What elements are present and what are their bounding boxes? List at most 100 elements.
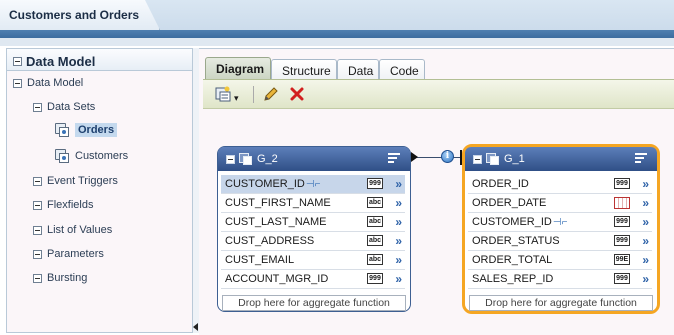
group-card-g2[interactable]: G_2 CUSTOMER_ID⊣⌐ 999 » CUST_FIRST_NAME … <box>217 146 411 312</box>
group-title: G_1 <box>504 153 525 165</box>
tree-item-list-of-values[interactable]: List of Values <box>33 224 112 236</box>
tree-item-customers[interactable]: Customers <box>55 149 128 163</box>
tree-item-event-triggers[interactable]: Event Triggers <box>33 175 118 187</box>
expand-chevron-icon[interactable]: » <box>395 196 402 210</box>
tree-item-bursting[interactable]: Bursting <box>33 272 87 284</box>
panel-title: Data Model <box>26 53 96 69</box>
dropdown-arrow-icon[interactable]: ▾ <box>234 90 239 106</box>
expand-chevron-icon[interactable]: » <box>642 215 649 229</box>
field-row[interactable]: CUST_FIRST_NAME abc » <box>221 194 405 213</box>
collapse-icon[interactable] <box>33 225 42 235</box>
field-row[interactable]: CUST_LAST_NAME abc » <box>221 213 405 232</box>
expand-chevron-icon[interactable]: » <box>642 253 649 267</box>
tree-item-orders[interactable]: Orders <box>55 123 118 137</box>
expand-chevron-icon[interactable]: » <box>395 253 402 267</box>
collapse-icon[interactable] <box>33 200 42 210</box>
field-name: SALES_REP_ID <box>472 273 554 285</box>
text-type-icon: abc <box>367 254 383 265</box>
field-row[interactable]: ORDER_DATE » <box>468 194 652 213</box>
field-row[interactable]: SALES_REP_ID 999 » <box>468 270 652 289</box>
group-header[interactable]: G_1 <box>465 147 657 171</box>
aggregate-dropzone[interactable]: Drop here for aggregate function <box>469 295 653 311</box>
title-bar: Customers and Orders <box>0 0 674 46</box>
group-icon <box>486 152 500 166</box>
text-type-icon: abc <box>367 216 383 227</box>
tab-label: Structure <box>282 64 331 78</box>
field-name: CUSTOMER_ID <box>225 178 305 190</box>
tree-item-label: Orders <box>75 123 118 137</box>
expand-chevron-icon[interactable]: » <box>642 272 649 286</box>
text-type-icon: abc <box>367 235 383 246</box>
key-icon: ⊣⌐ <box>305 179 321 190</box>
field-row[interactable]: CUST_ADDRESS abc » <box>221 232 405 251</box>
link-info-icon[interactable]: i <box>441 150 454 163</box>
expand-chevron-icon[interactable]: » <box>395 234 402 248</box>
tree-item-label: Customers <box>75 150 129 162</box>
edit-pencil-icon[interactable] <box>263 86 279 105</box>
field-name: ORDER_STATUS <box>472 235 560 247</box>
expand-chevron-icon[interactable]: » <box>642 196 649 210</box>
new-dataset-icon[interactable] <box>215 86 231 105</box>
link-line <box>416 157 462 158</box>
field-row[interactable]: ORDER_TOTAL 99E » <box>468 251 652 270</box>
dataset-icon <box>55 123 70 137</box>
collapse-left-icon[interactable] <box>193 323 198 331</box>
collapse-icon[interactable] <box>33 102 42 112</box>
tree-item-data-model[interactable]: Data Model <box>13 77 83 89</box>
field-row[interactable]: CUSTOMER_ID⊣⌐ 999 » <box>221 175 405 194</box>
field-row[interactable]: ACCOUNT_MGR_ID 999 » <box>221 270 405 289</box>
title-strip-lower <box>0 38 674 46</box>
window-title: Customers and Orders <box>9 8 140 22</box>
tree-item-flexfields[interactable]: Flexfields <box>33 199 93 211</box>
collapse-icon[interactable] <box>33 249 42 259</box>
expand-chevron-icon[interactable]: » <box>395 272 402 286</box>
tree-item-label: Parameters <box>47 248 104 260</box>
field-row[interactable]: ORDER_STATUS 999 » <box>468 232 652 251</box>
key-icon: ⊣⌐ <box>552 217 568 228</box>
collapse-icon[interactable] <box>13 56 22 66</box>
panel-header[interactable]: Data Model <box>7 49 192 71</box>
field-name: ORDER_ID <box>472 178 529 190</box>
tree-item-label: Bursting <box>47 272 88 284</box>
field-name: CUST_EMAIL <box>225 254 295 266</box>
expand-chevron-icon[interactable]: » <box>642 177 649 191</box>
field-row[interactable]: ORDER_ID 999 » <box>468 175 652 194</box>
expand-chevron-icon[interactable]: » <box>642 234 649 248</box>
tab-code[interactable]: Code <box>379 59 425 81</box>
tree-item-data-sets[interactable]: Data Sets <box>33 101 95 113</box>
tab-data[interactable]: Data <box>337 59 379 81</box>
dataset-icon <box>55 149 70 163</box>
group-menu-icon[interactable] <box>635 153 647 164</box>
aggregate-dropzone[interactable]: Drop here for aggregate function <box>222 295 406 311</box>
number-type-icon: 999 <box>614 235 630 246</box>
field-row[interactable]: CUST_EMAIL abc » <box>221 251 405 270</box>
group-card-g1[interactable]: G_1 ORDER_ID 999 » ORDER_DATE » CUSTOMER… <box>462 144 660 314</box>
data-model-panel: Data Model Data Model Data Sets Orders C… <box>6 48 193 333</box>
collapse-icon[interactable] <box>13 78 22 88</box>
group-icon <box>239 152 253 166</box>
collapse-icon[interactable] <box>226 154 235 164</box>
field-name: ACCOUNT_MGR_ID <box>225 273 329 285</box>
delete-x-icon[interactable] <box>289 86 305 105</box>
number-type-icon: 999 <box>367 273 383 284</box>
tree-item-parameters[interactable]: Parameters <box>33 248 104 260</box>
collapse-icon[interactable] <box>473 154 482 164</box>
diagram-toolbar: ▾ <box>203 79 674 109</box>
field-name: CUST_FIRST_NAME <box>225 197 331 209</box>
field-name: ORDER_DATE <box>472 197 547 209</box>
tree-item-label: Flexfields <box>47 199 94 211</box>
collapse-icon[interactable] <box>33 273 42 283</box>
number-type-icon: 999 <box>614 216 630 227</box>
field-row[interactable]: CUSTOMER_ID⊣⌐ 999 » <box>468 213 652 232</box>
expand-chevron-icon[interactable]: » <box>395 215 402 229</box>
tab-structure[interactable]: Structure <box>271 59 337 81</box>
tree-item-label: Event Triggers <box>47 175 118 187</box>
group-title: G_2 <box>257 153 278 165</box>
tab-label: Diagram <box>216 62 265 76</box>
link-arrow-icon <box>411 152 418 162</box>
collapse-icon[interactable] <box>33 176 42 186</box>
window-title-tab[interactable]: Customers and Orders <box>0 0 160 30</box>
group-menu-icon[interactable] <box>388 153 400 164</box>
group-header[interactable]: G_2 <box>218 147 410 171</box>
expand-chevron-icon[interactable]: » <box>395 177 402 191</box>
